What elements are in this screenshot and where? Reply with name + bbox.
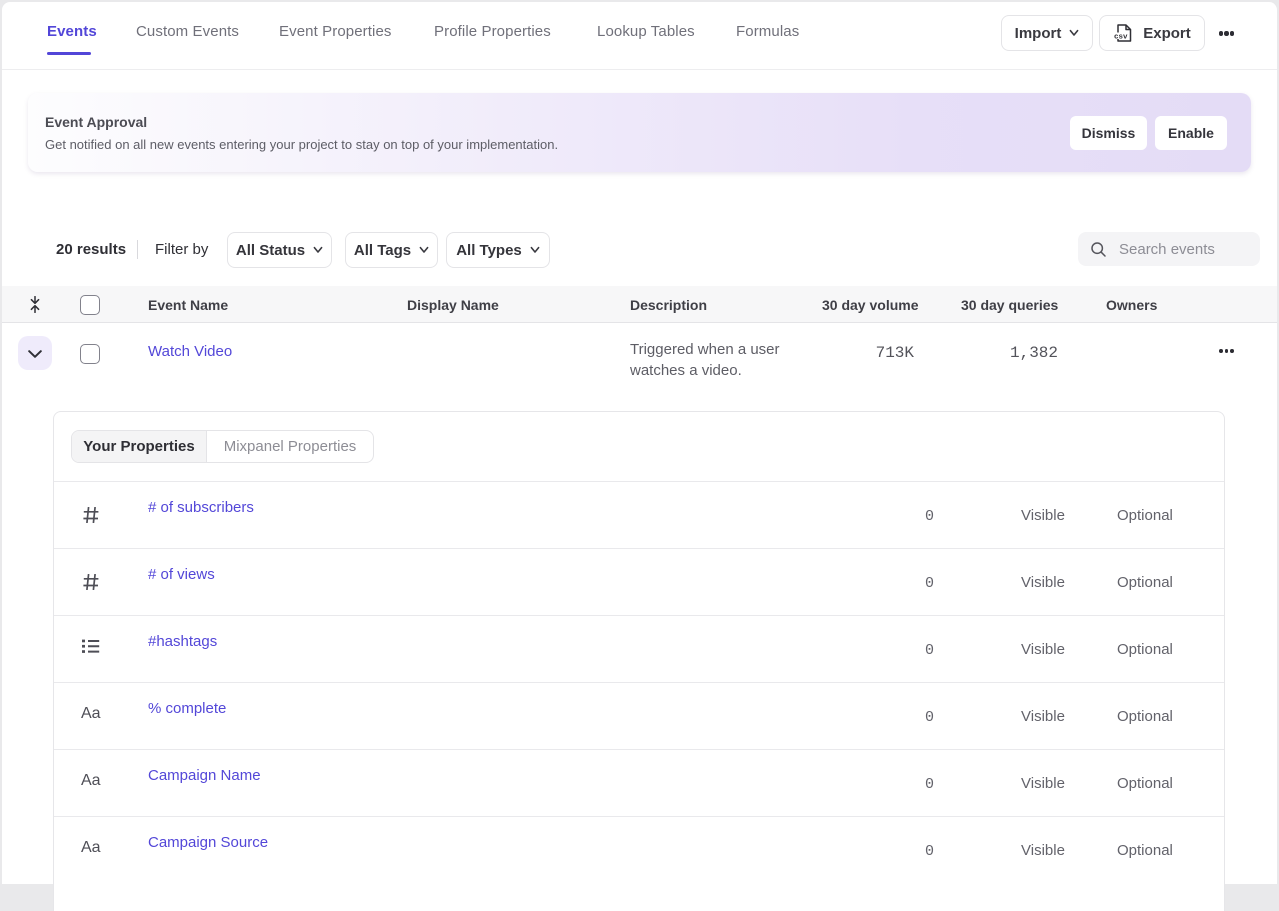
svg-text:csv: csv	[1114, 33, 1128, 41]
